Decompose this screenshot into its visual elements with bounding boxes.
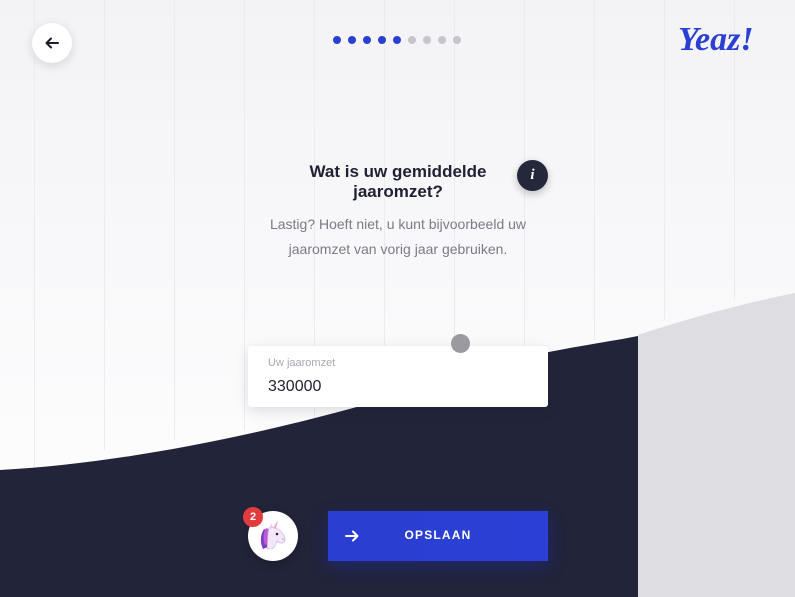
question-block: Wat is uw gemiddelde jaaromzet? Lastig? … xyxy=(268,162,528,262)
yeaz-logo: Yeaz! xyxy=(678,21,754,58)
slider-handle[interactable] xyxy=(451,334,470,353)
question-subtitle-line-2: jaaromzet van vorig jaar gebruiken. xyxy=(288,241,508,257)
logo-text: Yeaz! xyxy=(678,21,754,58)
progress-dot xyxy=(348,36,356,44)
info-icon: i xyxy=(530,167,535,183)
info-button[interactable]: i xyxy=(517,160,548,191)
revenue-input-label: Uw jaaromzet xyxy=(268,357,336,369)
question-subtitle-line-1: Lastig? Hoeft niet, u kunt bijvoorbeeld … xyxy=(269,216,527,232)
progress-dot xyxy=(333,36,341,44)
unicorn-icon xyxy=(260,520,286,550)
revenue-input-card[interactable]: Uw jaaromzet xyxy=(248,346,548,407)
progress-dot xyxy=(393,36,401,44)
onboarding-screen: Yeaz! Wat is uw gemiddelde jaaromzet? La… xyxy=(0,0,795,597)
question-title: Wat is uw gemiddelde jaaromzet? xyxy=(309,162,487,201)
background-decoration xyxy=(0,0,795,597)
notification-badge: 2 xyxy=(243,507,263,527)
revenue-input[interactable] xyxy=(268,378,518,396)
progress-dot xyxy=(453,36,461,44)
question-subtitle: Lastig? Hoeft niet, u kunt bijvoorbeeld … xyxy=(268,212,528,262)
back-button[interactable] xyxy=(32,23,72,63)
progress-indicator xyxy=(333,36,461,44)
progress-dot xyxy=(423,36,431,44)
save-button[interactable]: OPSLAAN xyxy=(328,511,548,561)
progress-dot xyxy=(408,36,416,44)
save-button-label: OPSLAAN xyxy=(404,528,472,542)
progress-dot xyxy=(378,36,386,44)
progress-dot xyxy=(438,36,446,44)
arrow-left-icon xyxy=(45,37,59,49)
progress-dot xyxy=(363,36,371,44)
